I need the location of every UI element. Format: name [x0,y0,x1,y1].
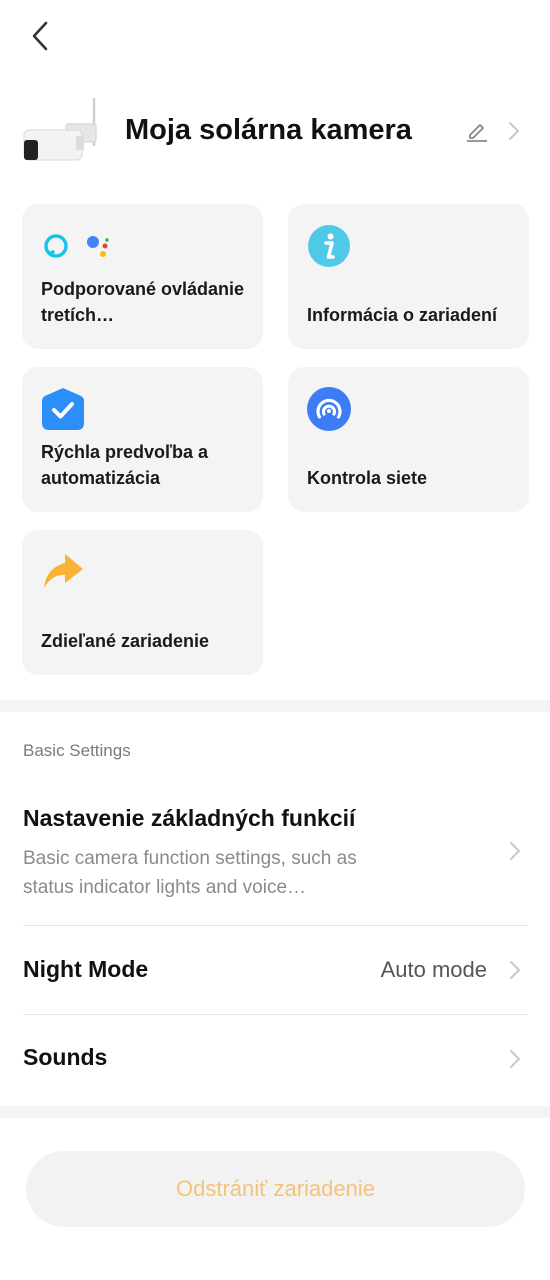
tile-label: Kontrola siete [307,468,428,488]
tile-network-check[interactable]: Kontrola siete [288,367,529,512]
device-details-chevron[interactable] [504,118,524,144]
tile-icon-group [307,224,351,268]
tile-icon-group [307,387,351,431]
google-assistant-icon [87,236,109,257]
row-title: Nastavenie základných funkcií [23,805,356,831]
tile-icon-group [41,550,85,594]
settings-row-night-mode[interactable]: Night Mode Auto mode [23,926,528,1014]
tile-label: Zdieľané zariadenie [41,631,209,651]
section-separator [0,700,550,712]
network-check-icon [307,387,351,431]
chevron-right-icon [510,961,520,979]
settings-row-basic-functions[interactable]: Nastavenie základných funkcií Basic came… [23,805,528,902]
automation-check-icon [42,388,84,430]
device-name: Moja solárna kamera [125,114,412,146]
share-arrow-icon [44,554,83,588]
settings-row-sounds[interactable]: Sounds [23,1015,528,1103]
pencil-icon [467,124,487,142]
tile-icon-group [41,387,85,431]
tile-third-party-control[interactable]: Podporované ovládanie tretích… [22,204,263,349]
tile-shared-device[interactable]: Zdieľané zariadenie [22,530,263,675]
info-icon [308,225,350,267]
row-title: Sounds [23,1044,108,1070]
device-header: Moja solárna kamera [22,92,532,172]
tile-automation[interactable]: Rýchla predvoľba a automatizácia [22,367,263,512]
back-button[interactable] [22,18,58,54]
tile-label: Rýchla predvoľba a automatizácia [41,442,208,488]
tile-label: Podporované ovládanie tretích… [41,279,245,325]
chevron-right-icon [509,122,519,140]
row-chevron [508,959,522,981]
section-separator [0,1106,550,1118]
row-subtitle: Basic camera function settings, such as … [23,848,357,898]
row-chevron [508,1048,522,1070]
alexa-icon [44,234,68,258]
solar-camera-image [23,98,97,161]
section-title: Basic Settings [23,741,131,760]
chevron-right-icon [510,1050,520,1068]
tile-device-info[interactable]: Informácia o zariadení [288,204,529,349]
row-chevron [508,840,522,862]
remove-device-button[interactable]: Odstrániť zariadenie [26,1151,525,1227]
tile-label: Informácia o zariadení [307,305,498,325]
tile-icon-group [41,224,113,268]
edit-name-button[interactable] [462,116,492,146]
chevron-right-icon [510,842,520,860]
row-value: Auto mode [380,957,487,982]
row-title: Night Mode [23,956,149,982]
chevron-left-icon [32,21,48,51]
